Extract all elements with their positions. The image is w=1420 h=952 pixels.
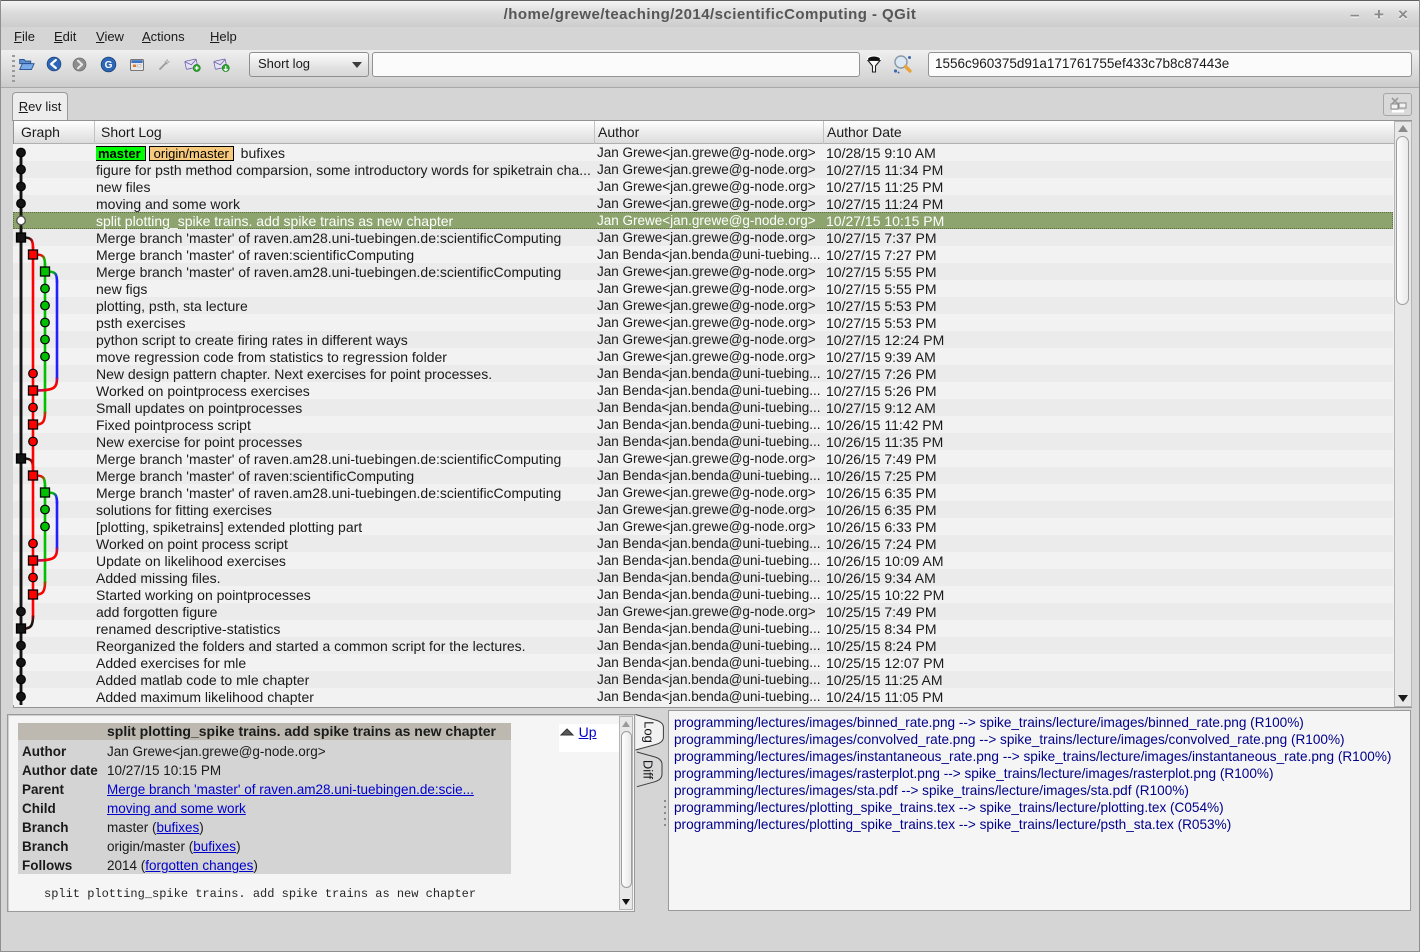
svg-text:Diff: Diff bbox=[641, 760, 656, 780]
svg-text:G: G bbox=[105, 60, 113, 71]
svg-text:Log: Log bbox=[642, 721, 657, 743]
